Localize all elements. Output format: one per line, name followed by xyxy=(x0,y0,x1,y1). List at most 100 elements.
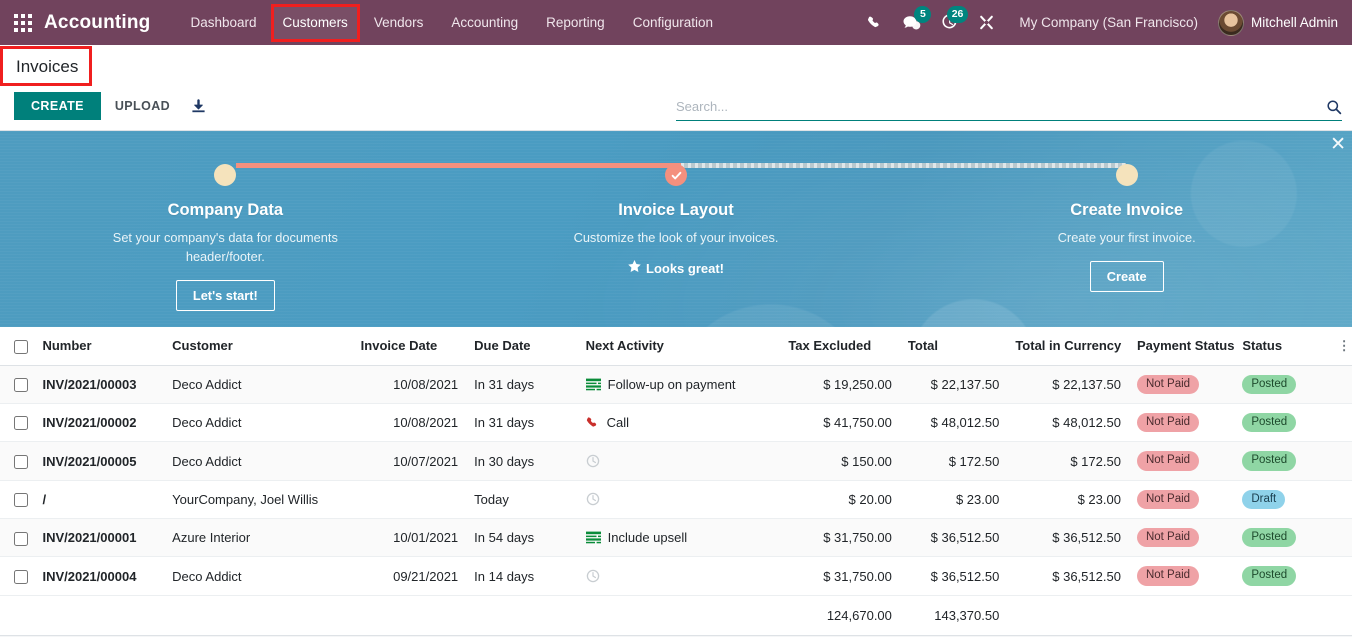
phone-icon xyxy=(586,416,600,430)
column-header-due-date[interactable]: Due Date xyxy=(466,327,577,365)
search-area xyxy=(676,97,1342,121)
column-header-total[interactable]: Total xyxy=(900,327,1007,365)
cell-due-date: In 14 days xyxy=(466,557,577,595)
column-header-total-in-currency[interactable]: Total in Currency xyxy=(1007,327,1129,365)
cell-next-activity xyxy=(578,480,781,518)
lets-start-button[interactable]: Let's start! xyxy=(176,280,275,311)
activity-label: Follow-up on payment xyxy=(608,377,736,392)
company-selector[interactable]: My Company (San Francisco) xyxy=(1005,15,1212,30)
user-menu[interactable]: Mitchell Admin xyxy=(1212,10,1346,36)
nav-item-customers[interactable]: Customers xyxy=(271,4,360,42)
column-header-invoice-date[interactable]: Invoice Date xyxy=(353,327,467,365)
optional-columns-header: ⋮ xyxy=(1330,327,1352,365)
column-header-number[interactable]: Number xyxy=(34,327,164,365)
cell-customer: Deco Addict xyxy=(164,403,353,441)
row-checkbox[interactable] xyxy=(14,378,28,392)
row-checkbox[interactable] xyxy=(14,493,28,507)
cell-optional xyxy=(1330,403,1352,441)
phone-icon[interactable] xyxy=(857,0,893,45)
vertical-dots-icon[interactable]: ⋮ xyxy=(1338,338,1351,353)
select-all-header xyxy=(0,327,34,365)
cell-number: INV/2021/00002 xyxy=(34,403,164,441)
footer-blank xyxy=(1129,595,1234,635)
activities-clock-icon[interactable]: 26 xyxy=(931,0,968,45)
nav-item-dashboard[interactable]: Dashboard xyxy=(177,0,271,45)
row-checkbox[interactable] xyxy=(14,532,28,546)
upload-button[interactable]: UPLOAD xyxy=(111,92,174,120)
search-icon[interactable] xyxy=(1320,99,1342,115)
activities-badge-count: 26 xyxy=(947,6,969,23)
developer-tools-icon[interactable] xyxy=(968,0,1005,45)
table-footer: 124,670.00 143,370.50 xyxy=(0,595,1352,635)
column-header-tax-excluded[interactable]: Tax Excluded xyxy=(780,327,900,365)
cell-tax-excluded: $ 20.00 xyxy=(780,480,900,518)
column-header-customer[interactable]: Customer xyxy=(164,327,353,365)
create-button[interactable]: CREATE xyxy=(14,92,101,120)
table-row[interactable]: INV/2021/00005 Deco Addict 10/07/2021 In… xyxy=(0,442,1352,480)
onboarding-banner: ✕ Company Data Set your company's data f… xyxy=(0,131,1352,327)
messages-badge-count: 5 xyxy=(914,6,931,23)
cell-total-in-currency: $ 36,512.50 xyxy=(1007,519,1129,557)
search-input[interactable] xyxy=(676,97,1320,116)
table-row[interactable]: INV/2021/00004 Deco Addict 09/21/2021 In… xyxy=(0,557,1352,595)
cell-total: $ 36,512.50 xyxy=(900,519,1007,557)
step-title: Invoice Layout xyxy=(618,201,734,220)
column-header-payment-status[interactable]: Payment Status xyxy=(1129,327,1234,365)
footer-blank xyxy=(1330,595,1352,635)
close-icon[interactable]: ✕ xyxy=(1330,135,1346,154)
email-list-icon xyxy=(586,378,601,391)
table-row[interactable]: INV/2021/00003 Deco Addict 10/08/2021 In… xyxy=(0,365,1352,403)
nav-item-vendors[interactable]: Vendors xyxy=(360,0,438,45)
cell-due-date: Today xyxy=(466,480,577,518)
footer-blank xyxy=(1234,595,1329,635)
table-row[interactable]: INV/2021/00001 Azure Interior 10/01/2021… xyxy=(0,519,1352,557)
column-header-status[interactable]: Status xyxy=(1234,327,1329,365)
cell-status: Posted xyxy=(1234,557,1329,595)
cell-customer: Azure Interior xyxy=(164,519,353,557)
search-box[interactable] xyxy=(676,97,1342,121)
cell-customer[interactable]: YourCompany, Joel Willis xyxy=(164,480,353,518)
select-all-checkbox[interactable] xyxy=(14,340,28,354)
create-invoice-button[interactable]: Create xyxy=(1090,261,1164,292)
cell-total: $ 48,012.50 xyxy=(900,403,1007,441)
footer-tax-excluded-total: 124,670.00 xyxy=(780,595,900,635)
table-row[interactable]: INV/2021/00002 Deco Addict 10/08/2021 In… xyxy=(0,403,1352,441)
cell-total: $ 23.00 xyxy=(900,480,1007,518)
main-nav-menu: Dashboard Customers Vendors Accounting R… xyxy=(177,0,728,45)
apps-grid-icon[interactable] xyxy=(6,13,40,33)
download-icon[interactable] xyxy=(184,98,213,115)
looks-great-status[interactable]: Looks great! xyxy=(628,260,724,276)
nav-item-configuration[interactable]: Configuration xyxy=(619,0,727,45)
footer-blank xyxy=(164,595,353,635)
cell-next-activity: Call xyxy=(578,403,781,441)
row-select-cell xyxy=(0,403,34,441)
app-brand-accounting[interactable]: Accounting xyxy=(44,12,151,34)
footer-blank xyxy=(578,595,781,635)
messages-icon[interactable]: 5 xyxy=(893,0,931,45)
cell-total-in-currency: $ 22,137.50 xyxy=(1007,365,1129,403)
step-title: Create Invoice xyxy=(1070,201,1183,220)
nav-item-accounting[interactable]: Accounting xyxy=(437,0,532,45)
row-checkbox[interactable] xyxy=(14,455,28,469)
cell-total-in-currency: $ 23.00 xyxy=(1007,480,1129,518)
table-row[interactable]: / YourCompany, Joel Willis Today $ 20.00… xyxy=(0,480,1352,518)
column-header-next-activity[interactable]: Next Activity xyxy=(578,327,781,365)
row-checkbox[interactable] xyxy=(14,416,28,430)
row-select-cell xyxy=(0,480,34,518)
table-body: INV/2021/00003 Deco Addict 10/08/2021 In… xyxy=(0,365,1352,595)
row-select-cell xyxy=(0,365,34,403)
cell-status: Posted xyxy=(1234,519,1329,557)
cell-due-date: In 31 days xyxy=(466,403,577,441)
clock-icon xyxy=(586,492,600,506)
cell-customer: Deco Addict xyxy=(164,365,353,403)
cell-customer: Deco Addict xyxy=(164,557,353,595)
cell-customer: Deco Addict xyxy=(164,442,353,480)
row-select-cell xyxy=(0,519,34,557)
nav-item-reporting[interactable]: Reporting xyxy=(532,0,619,45)
breadcrumb[interactable]: Invoices xyxy=(2,48,90,84)
status-badge: Posted xyxy=(1242,528,1296,547)
row-checkbox[interactable] xyxy=(14,570,28,584)
status-badge: Posted xyxy=(1242,413,1296,432)
cell-tax-excluded: $ 31,750.00 xyxy=(780,519,900,557)
cell-optional xyxy=(1330,557,1352,595)
